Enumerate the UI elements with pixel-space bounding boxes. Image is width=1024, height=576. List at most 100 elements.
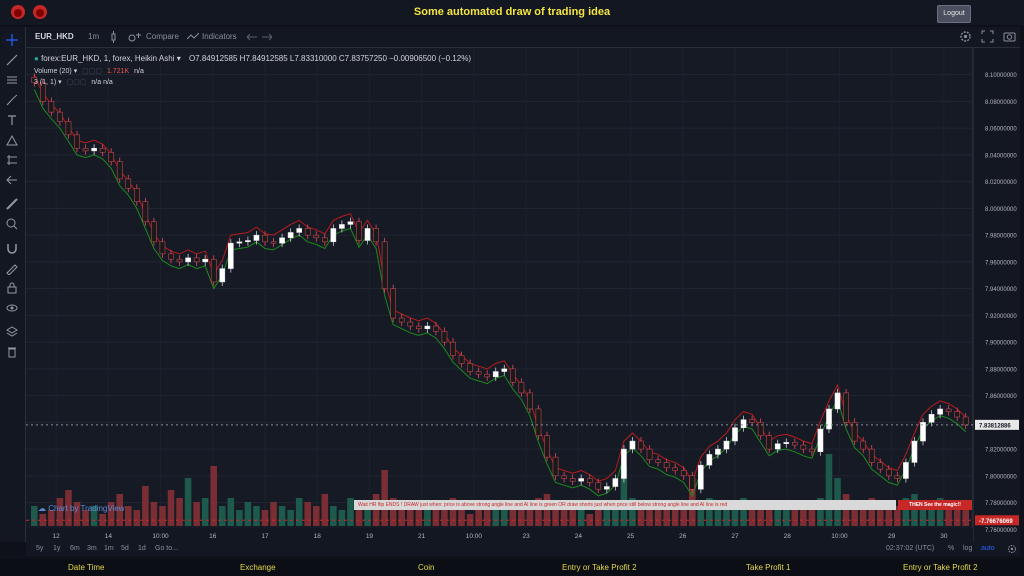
camera-icon[interactable] [1003, 30, 1016, 43]
candle-body[interactable] [843, 392, 849, 423]
scale-percent[interactable]: % [948, 545, 954, 552]
candle-body[interactable] [287, 232, 294, 239]
candle-body[interactable] [723, 440, 730, 450]
candle-body[interactable] [715, 448, 721, 455]
indicators-icon[interactable] [187, 33, 199, 41]
candle-body[interactable] [416, 325, 422, 329]
price-axis[interactable] [973, 48, 1020, 542]
candle-body[interactable] [296, 228, 302, 233]
candle-body[interactable] [441, 331, 448, 343]
bottom-tab[interactable]: Date Time [68, 563, 104, 572]
candle-body[interactable] [330, 228, 337, 243]
candle-body[interactable] [304, 228, 311, 236]
candle-body[interactable] [945, 408, 952, 412]
range-1d[interactable]: 1d [138, 545, 146, 552]
volume-legend-title[interactable]: Volume (20) [34, 68, 72, 75]
lock-icon[interactable] [5, 281, 19, 295]
price-chart[interactable]: 8.10000000 8.08000000 8.06000000 8.04000000… [26, 48, 1020, 542]
candle-body[interactable] [510, 368, 516, 383]
range-3m[interactable]: 3m [87, 545, 97, 552]
candle-body[interactable] [151, 221, 157, 243]
candle-body[interactable] [270, 241, 277, 244]
candle-body[interactable] [698, 464, 704, 490]
bottom-tab[interactable]: Entry or Take Profit 2 [562, 563, 637, 572]
candle-body[interactable] [373, 228, 379, 243]
candle-body[interactable] [202, 258, 208, 263]
candle-body[interactable] [629, 440, 636, 450]
legend-controls-icon[interactable]: ▢▢▢ [67, 79, 87, 86]
bottom-tab[interactable]: Exchange [240, 563, 276, 572]
candle-body[interactable] [663, 462, 670, 469]
candle-body[interactable] [262, 234, 268, 243]
candle-body[interactable] [159, 241, 166, 255]
eye-icon[interactable] [5, 301, 19, 315]
candle-body[interactable] [74, 134, 80, 149]
candle-body[interactable] [809, 448, 815, 453]
range-1y[interactable]: 1y [53, 545, 60, 552]
candle-body[interactable] [962, 416, 969, 426]
candle-body[interactable] [877, 462, 884, 470]
settings-icon[interactable] [959, 30, 972, 43]
candle-body[interactable] [535, 408, 542, 436]
bottom-tab[interactable]: Entry or Take Profit 2 [903, 563, 978, 572]
candle-body[interactable] [57, 111, 63, 122]
candle-body[interactable] [783, 442, 790, 444]
candle-body[interactable] [826, 408, 832, 430]
candle-body[interactable] [381, 241, 388, 289]
chart-watermark[interactable]: ☁ Chart by TradingView [38, 504, 125, 513]
crosshair-icon[interactable] [5, 33, 19, 47]
redo-icon[interactable] [262, 32, 272, 42]
candle-body[interactable] [604, 486, 610, 490]
candle-body[interactable] [398, 317, 405, 323]
layers-icon[interactable] [5, 325, 19, 339]
candle-body[interactable] [740, 419, 747, 428]
candle-body[interactable] [450, 341, 456, 356]
chevron-down-icon[interactable]: ▾ [177, 54, 181, 63]
candle-body[interactable] [313, 234, 320, 239]
candle-body[interactable] [544, 435, 550, 458]
candle-body[interactable] [800, 444, 807, 450]
candle-body[interactable] [390, 288, 396, 319]
candle-body[interactable] [433, 325, 439, 332]
fullscreen-icon[interactable] [981, 30, 994, 43]
candle-body[interactable] [467, 363, 473, 372]
candle-body[interactable] [91, 147, 97, 152]
candle-body[interactable] [578, 478, 584, 482]
chevron-down-icon[interactable]: ▾ [58, 79, 62, 86]
candle-body[interactable] [954, 411, 960, 418]
candle-body[interactable] [458, 355, 465, 364]
compare-button[interactable]: Compare [146, 32, 179, 41]
pattern-icon[interactable] [5, 133, 19, 147]
prediction-icon[interactable] [5, 153, 19, 167]
indicators-button[interactable]: Indicators [202, 32, 237, 41]
candle-body[interactable] [732, 427, 738, 442]
text-icon[interactable] [5, 113, 19, 127]
candle-body[interactable] [134, 188, 140, 202]
candle-body[interactable] [176, 258, 183, 263]
candle-body[interactable] [518, 381, 525, 394]
settings-icon[interactable] [1007, 544, 1017, 554]
candle-body[interactable] [569, 478, 576, 482]
back-arrow-icon[interactable] [5, 173, 19, 187]
ruler-icon[interactable] [5, 197, 19, 211]
undo-icon[interactable] [247, 32, 257, 42]
range-5d[interactable]: 5d [121, 545, 129, 552]
candle-body[interactable] [903, 462, 909, 479]
legend-controls-icon[interactable]: ▢▢▢ [82, 68, 102, 75]
candle-body[interactable] [347, 221, 354, 225]
candle-body[interactable] [655, 459, 661, 463]
candle-body[interactable] [407, 321, 414, 327]
candle-body[interactable] [774, 443, 781, 450]
legend-title[interactable]: forex:EUR_HKD, 1, forex, Heikin Ashi [41, 54, 174, 63]
candle-body[interactable] [586, 478, 593, 483]
candle-body[interactable] [339, 224, 345, 229]
candle-body[interactable] [680, 470, 687, 477]
candle-body[interactable] [475, 371, 482, 375]
chevron-down-icon[interactable]: ▾ [74, 68, 78, 75]
scale-auto[interactable]: auto [981, 545, 995, 552]
candle-body[interactable] [928, 414, 935, 423]
goto-button[interactable]: Go to... [155, 545, 178, 552]
candle-body[interactable] [108, 151, 114, 162]
brush-icon[interactable] [5, 93, 19, 107]
interval-selector[interactable]: 1m [88, 32, 99, 41]
